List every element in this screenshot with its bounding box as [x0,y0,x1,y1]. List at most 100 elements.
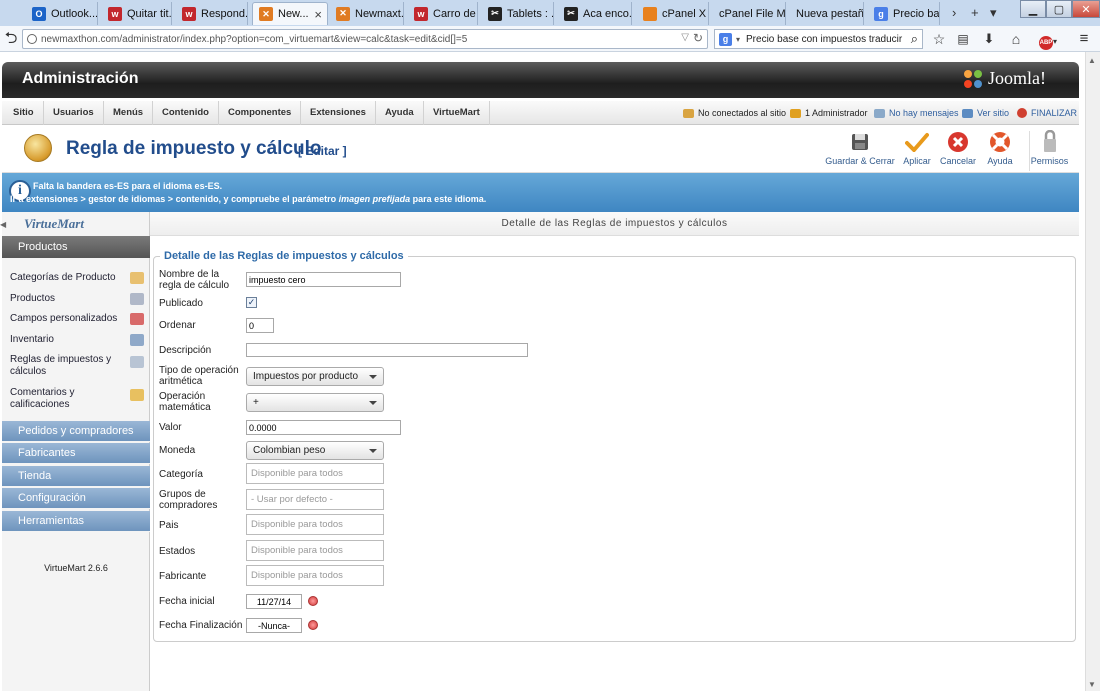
sidebar-section[interactable]: Fabricantes [2,443,150,465]
menu-mens[interactable]: Menús [104,101,154,125]
home-icon[interactable]: ⌂ [1007,30,1025,48]
sidebar-item[interactable]: Inventario [10,334,125,346]
scissors-icon: ✂ [564,6,578,21]
label-category: Categoría [159,469,203,480]
browser-tab[interactable]: g Precio ba... [868,2,940,25]
help-button[interactable]: Ayuda [983,131,1017,171]
search-engine-dropdown-icon[interactable]: ▾ [736,35,740,44]
help-icon [988,131,1012,153]
view-site-link[interactable]: Ver sitio [962,101,1009,125]
label-math-op: Operación matemática [159,391,211,413]
download-icon[interactable]: ⬇ [980,30,998,48]
search-input[interactable]: Precio base con impuestos traducir [746,34,906,45]
browser-tab[interactable]: ✕ New... × [252,2,328,25]
form-legend: Detalle de las Reglas de impuestos y cál… [160,250,408,262]
sidebar-item[interactable]: Categorías de Producto [10,272,125,284]
new-tab-icon[interactable]: + [971,5,979,20]
admin-icon [790,108,801,118]
shopper-groups-multiselect[interactable]: - Usar por defecto - [246,489,384,510]
sidebar-item[interactable]: Productos [10,293,125,305]
math-op-select[interactable]: + [246,393,384,412]
published-checkbox[interactable]: ✓ [246,297,257,308]
save-close-button[interactable]: Guardar & Cerrar [825,131,895,171]
search-box[interactable]: g ▾ Precio base con impuestos traducir ⌕ [714,29,923,49]
tab-scroll-right-icon[interactable]: › [952,5,956,20]
maximize-icon[interactable]: ▢ [1046,0,1072,18]
currency-select[interactable]: Colombian peso [246,441,384,460]
minimize-icon[interactable]: ▁ [1020,0,1046,18]
sidebar-item[interactable]: Campos personalizados [10,313,125,325]
star-icon[interactable]: ☆ [930,30,948,48]
page-scrollbar[interactable]: ▲ ▼ [1085,52,1100,691]
sidebar-section[interactable]: Configuración [2,488,150,510]
browser-tab[interactable]: ✂ Aca enco... [558,2,632,25]
permissions-button[interactable]: Permisos [1029,130,1068,171]
menu-sitio[interactable]: Sitio [4,101,44,125]
scroll-down-icon[interactable]: ▼ [1088,680,1096,689]
categories-icon [130,272,144,284]
monitor-icon [962,108,973,118]
rule-name-input[interactable] [246,272,401,287]
manufacturer-multiselect[interactable]: Disponible para todos [246,565,384,586]
browser-tab[interactable]: w Carro de ... [408,2,478,25]
sidebar-section-productos[interactable]: Productos [2,236,150,258]
magnifier-icon[interactable]: ⌕ [911,31,918,47]
browser-tab[interactable]: Nueva pestaña [790,2,864,25]
tab-detalle[interactable]: Detalle de las Reglas de impuestos y cál… [150,212,1079,236]
category-multiselect[interactable]: Disponible para todos [246,463,384,484]
sidebar-section[interactable]: Pedidos y compradores [2,421,150,442]
address-bar[interactable]: newmaxthon.com/administrator/index.php?o… [22,29,708,49]
browser-tab[interactable]: w Quitar tit... [102,2,172,25]
joomla-logo-icon [962,68,984,90]
browser-tab[interactable]: cPanel X ... [637,2,709,25]
tab-list-icon[interactable]: ▾ [990,5,997,21]
browser-tab[interactable]: w Respond... [176,2,248,25]
label-end-date: Fecha Finalización [159,620,243,631]
close-tab-icon[interactable]: × [314,7,322,22]
scroll-up-icon[interactable]: ▲ [1088,56,1096,65]
country-multiselect[interactable]: Disponible para todos [246,514,384,535]
menu-icon[interactable]: ≡ [1075,30,1093,48]
states-multiselect[interactable]: Disponible para todos [246,540,384,561]
status-messages[interactable]: No hay mensajes [874,101,959,125]
admin-header: Administración Joomla! [2,62,1079,98]
browser-tab[interactable]: cPanel File M... [713,2,786,25]
menu-ayuda[interactable]: Ayuda [376,101,424,125]
menu-componentes[interactable]: Componentes [219,101,302,125]
menu-virtuemart[interactable]: VirtueMart [424,101,490,125]
calendar-reset-icon[interactable] [308,620,318,630]
reload-icon[interactable]: ↻ [693,31,703,45]
menu-usuarios[interactable]: Usuarios [44,101,104,125]
browser-tab[interactable]: ✕ Newmaxt... [330,2,404,25]
menu-contenido[interactable]: Contenido [153,101,219,125]
logout-link[interactable]: FINALIZAR [1017,101,1077,125]
dropdown-arrow-icon[interactable]: ▽ [681,32,689,43]
logout-link-label: FINALIZAR [1031,108,1078,118]
logout-icon [1017,108,1027,118]
bookmarks-list-icon[interactable]: ▤ [954,30,972,48]
joomla-icon: ✕ [259,7,273,21]
start-date-input[interactable] [246,594,302,609]
operation-type-select[interactable]: Impuestos por producto [246,367,384,386]
sidebar-item[interactable]: Reglas de impuestos y cálculos [10,354,125,378]
value-input[interactable] [246,420,401,435]
cancel-button[interactable]: Cancelar [940,131,976,171]
menu-extensiones[interactable]: Extensiones [301,101,376,125]
google-search-icon[interactable]: g [719,32,732,46]
message-line-2-italic: imagen prefijada [338,194,411,204]
adblock-icon[interactable]: ABP▾ [1036,30,1060,50]
sidebar-section[interactable]: Tienda [2,465,150,487]
end-date-input[interactable] [246,618,302,633]
close-window-icon[interactable]: ✕ [1072,0,1100,18]
sidebar-item[interactable]: Comentarios y calificaciones [10,387,125,411]
calendar-reset-icon[interactable] [308,596,318,606]
browser-tab[interactable]: ✂ Tablets : ... [482,2,554,25]
description-input[interactable] [246,343,528,357]
sidebar-section[interactable]: Herramientas [2,510,150,532]
order-input[interactable] [246,318,274,333]
browser-tab-label: Carro de ... [433,7,477,20]
apply-button[interactable]: Aplicar [901,131,933,171]
back-arrow-icon[interactable]: ⮌ [2,30,20,48]
browser-tab[interactable]: O Outlook... [26,2,98,25]
collapse-arrow-icon[interactable]: ◀ [0,220,6,229]
